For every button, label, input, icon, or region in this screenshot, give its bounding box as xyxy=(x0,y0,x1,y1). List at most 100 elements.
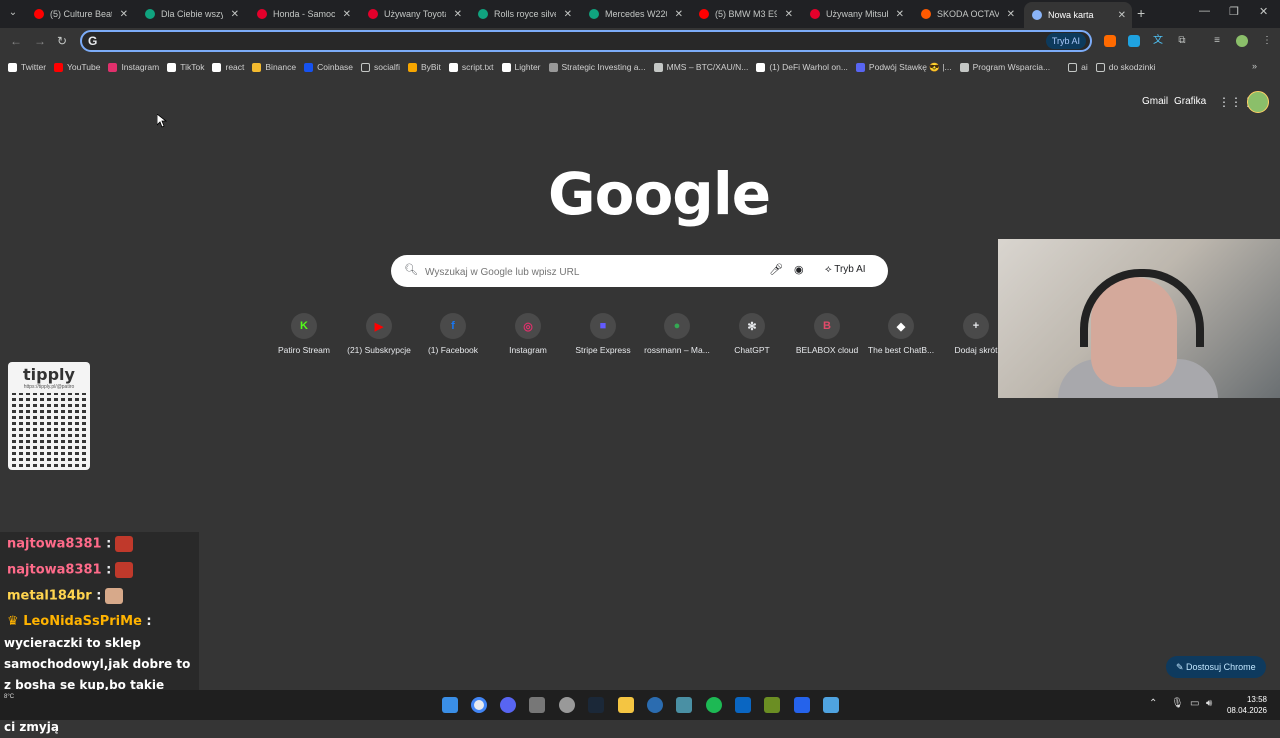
tab-search-button[interactable]: ⌄ xyxy=(4,4,22,22)
media-controls-icon[interactable]: ≡ xyxy=(1211,35,1223,47)
bookmark-item[interactable]: TikTok xyxy=(167,62,204,72)
microphone-icon[interactable]: 🎤︎ xyxy=(769,263,783,276)
app-icon[interactable] xyxy=(794,697,810,713)
account-avatar[interactable] xyxy=(1247,91,1269,113)
browser-tab[interactable]: Dla Ciebie wszyst ✕ xyxy=(137,3,245,25)
close-tab-icon[interactable]: ✕ xyxy=(896,9,904,20)
extension-icon[interactable] xyxy=(1104,35,1116,47)
close-tab-icon[interactable]: ✕ xyxy=(564,9,572,20)
close-tab-icon[interactable]: ✕ xyxy=(231,9,239,20)
google-lens-icon[interactable]: ◉ xyxy=(794,263,804,276)
discord-icon[interactable] xyxy=(500,697,516,713)
browser-tab[interactable]: Używany Toyota ✕ xyxy=(360,3,468,25)
close-window-button[interactable]: ✕ xyxy=(1259,5,1268,18)
new-tab-button[interactable]: + xyxy=(1137,5,1145,21)
browser-tab[interactable]: (5) Culture Beat - ✕ xyxy=(26,3,134,25)
network-icon[interactable]: ▭ xyxy=(1190,698,1199,709)
close-tab-icon[interactable]: ✕ xyxy=(675,9,683,20)
search-box[interactable]: 🔍︎ 🎤︎ ◉ ⟡ Tryb AI xyxy=(391,255,888,287)
restore-button[interactable]: ❐ xyxy=(1229,5,1239,18)
browser-tab[interactable]: Używany Mitsubi ✕ xyxy=(802,3,910,25)
tab-title: Używany Toyota xyxy=(384,9,446,19)
translate-extension-icon[interactable]: 文 xyxy=(1152,35,1164,47)
bookmark-item[interactable]: socialfi xyxy=(361,62,400,72)
reload-button[interactable]: ↻ xyxy=(57,34,67,48)
system-clock[interactable]: 13:58 08.04.2026 xyxy=(1221,694,1267,716)
close-tab-icon[interactable]: ✕ xyxy=(1007,9,1015,20)
customize-chrome-button[interactable]: ✎ Dostosuj Chrome xyxy=(1166,656,1266,678)
tray-overflow-icon[interactable]: ⌃ xyxy=(1149,698,1157,709)
close-tab-icon[interactable]: ✕ xyxy=(454,9,462,20)
close-tab-icon[interactable]: ✕ xyxy=(120,9,128,20)
browser-tab[interactable]: Rolls royce silver ✕ xyxy=(470,3,578,25)
shortcut-tile[interactable]: ✻ ChatGPT xyxy=(715,313,789,355)
bookmark-item[interactable]: Strategic Investing a... xyxy=(548,62,646,72)
browser-tab[interactable]: (5) BMW M3 E92 ✕ xyxy=(691,3,799,25)
file-explorer-icon[interactable] xyxy=(618,697,634,713)
shortcut-tile[interactable]: K Patiro Stream xyxy=(267,313,341,355)
chrome-icon[interactable] xyxy=(471,697,487,713)
omnibox-ai-mode-button[interactable]: Tryb AI xyxy=(1045,33,1086,49)
spotify-icon[interactable] xyxy=(706,697,722,713)
browser-tab[interactable]: Nowa karta ✕ xyxy=(1024,2,1132,28)
bookmark-item[interactable]: Coinbase xyxy=(304,62,353,72)
app-icon[interactable] xyxy=(559,697,575,713)
volume-icon[interactable]: 🔊︎ xyxy=(1206,698,1212,709)
shortcut-tile[interactable]: B BELABOX cloud xyxy=(790,313,864,355)
bookmark-item[interactable]: react xyxy=(212,62,244,72)
shortcut-tile[interactable]: ◆ The best ChatB... xyxy=(864,313,938,355)
bookmark-item[interactable]: do skodzinki xyxy=(1095,62,1156,72)
microphone-tray-icon[interactable]: 🎙︎ xyxy=(1171,698,1184,709)
bookmark-item[interactable]: YouTube xyxy=(54,62,100,72)
ai-mode-button[interactable]: ⟡ Tryb AI xyxy=(825,264,866,275)
minimize-button[interactable]: — xyxy=(1199,5,1210,17)
search-input[interactable] xyxy=(423,261,757,283)
close-tab-icon[interactable]: ✕ xyxy=(1118,10,1126,21)
tiktok-icon xyxy=(167,62,177,72)
tab-title: Nowa karta xyxy=(1048,10,1094,20)
app-icon[interactable] xyxy=(676,697,692,713)
extensions-puzzle-icon[interactable]: ⧉ xyxy=(1176,35,1188,47)
shortcut-tile[interactable]: f (1) Facebook xyxy=(416,313,490,355)
profile-avatar[interactable] xyxy=(1236,35,1248,47)
browser-tab[interactable]: SKODA OCTAVIA ✕ xyxy=(913,3,1021,25)
bookmark-item[interactable]: MMS – BTC/XAU/N... xyxy=(653,62,748,72)
bookmark-item[interactable]: Lighter xyxy=(501,62,541,72)
start-icon[interactable] xyxy=(442,697,458,713)
bookmark-item[interactable]: ByBit xyxy=(408,62,441,72)
app-icon[interactable] xyxy=(529,697,545,713)
shortcut-tile[interactable]: ● rossmann – Ma... xyxy=(640,313,714,355)
globe-icon xyxy=(653,62,663,72)
shortcut-tile[interactable]: ■ Stripe Express xyxy=(566,313,640,355)
bookmark-label: Binance xyxy=(265,62,297,72)
shortcut-tile[interactable]: ◎ Instagram xyxy=(491,313,565,355)
address-bar[interactable]: G Tryb AI xyxy=(80,30,1092,52)
extension-icon[interactable] xyxy=(1128,35,1140,47)
bookmark-item[interactable]: Program Wsparcia... xyxy=(959,62,1050,72)
weather-widget[interactable]: 8°C xyxy=(4,694,14,700)
browser-tab[interactable]: Honda - Samoch ✕ xyxy=(249,3,357,25)
bookmark-item[interactable]: Binance xyxy=(252,62,296,72)
menu-kebab-icon[interactable]: ⋮ xyxy=(1261,35,1273,47)
gmail-link[interactable]: Gmail xyxy=(1142,96,1168,107)
bookmark-item[interactable]: Instagram xyxy=(108,62,159,72)
bookmarks-overflow-icon[interactable]: » xyxy=(1252,61,1257,71)
app-icon[interactable] xyxy=(735,697,751,713)
bookmark-item[interactable]: (1) DeFi Warhol on... xyxy=(756,62,848,72)
shortcut-tile[interactable]: ▶ (21) Subskrypcje xyxy=(342,313,416,355)
bookmark-item[interactable]: Podwój Stawkę 😎 |... xyxy=(855,62,952,73)
bookmark-item[interactable]: script.txt xyxy=(448,62,494,72)
bookmark-item[interactable]: ai xyxy=(1068,62,1088,72)
bookmarks-bar: Twitter YouTube Instagram TikTok react Binanc… xyxy=(0,58,1280,76)
images-link[interactable]: Grafika xyxy=(1174,96,1206,107)
notepad-icon[interactable] xyxy=(823,697,839,713)
browser-tab[interactable]: Mercedes W220 S ✕ xyxy=(581,3,689,25)
app-icon[interactable] xyxy=(647,697,663,713)
forward-button[interactable]: → xyxy=(34,34,46,48)
steam-icon[interactable] xyxy=(588,697,604,713)
back-button[interactable]: ← xyxy=(10,34,22,48)
bookmark-item[interactable]: Twitter xyxy=(8,62,46,72)
app-icon[interactable] xyxy=(764,697,780,713)
close-tab-icon[interactable]: ✕ xyxy=(785,9,793,20)
close-tab-icon[interactable]: ✕ xyxy=(343,9,351,20)
